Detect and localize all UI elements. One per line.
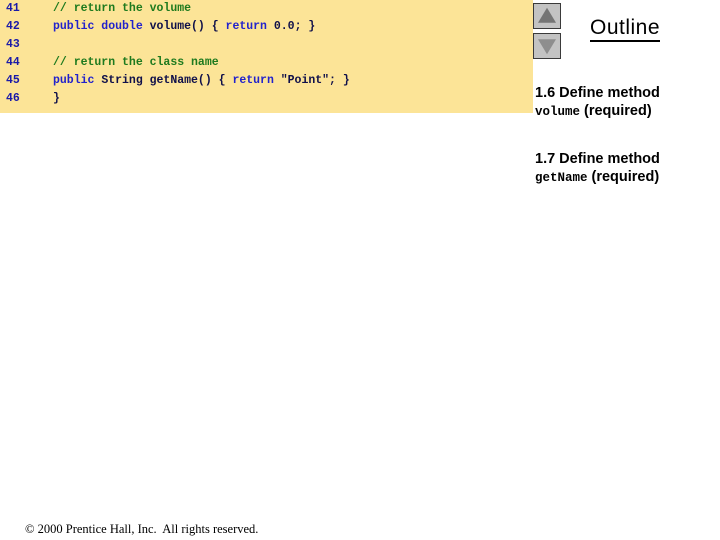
- outline-entry[interactable]: 1.6 Define method volume (required): [535, 85, 720, 121]
- code-line: 41 // return the volume: [0, 0, 533, 18]
- code-line: 46}: [0, 90, 533, 108]
- outline-entry[interactable]: 1.7 Define method getName (required): [535, 151, 720, 187]
- scroll-up-button[interactable]: [533, 3, 561, 29]
- outline-entry-method-name: getName: [535, 171, 588, 185]
- code-token-plain: volume() {: [149, 20, 226, 33]
- code-line-text: public String getName() { return "Point"…: [53, 72, 350, 90]
- code-token-plain: "Point"; }: [280, 74, 350, 87]
- code-line-text: // return the volume: [53, 0, 191, 18]
- code-line-number: 41: [6, 2, 20, 15]
- outline-entry-heading: 1.7 Define method: [535, 151, 660, 167]
- outline-entry-note: (required): [591, 169, 660, 185]
- code-token-comment: // return the volume: [53, 2, 192, 15]
- code-line: 43: [0, 36, 533, 54]
- code-line-number: 44: [6, 56, 20, 69]
- code-line-text: public double volume() { return 0.0; }: [53, 18, 315, 36]
- code-line: 42 public double volume() { return 0.0; }: [0, 18, 533, 36]
- code-line-text: }: [53, 90, 60, 108]
- code-line-text: // return the class name: [53, 54, 219, 72]
- code-token-plain: }: [53, 92, 60, 105]
- code-token-keyword: public: [53, 74, 102, 87]
- copyright-footer: © 2000 Prentice Hall, Inc. All rights re…: [25, 522, 259, 536]
- code-token-plain: String getName() {: [101, 74, 233, 87]
- code-listing-panel: 41 // return the volume 42 public double vo…: [0, 0, 533, 113]
- code-token-plain: 0.0; }: [273, 20, 316, 33]
- scroll-button-group: [533, 3, 563, 63]
- scroll-down-button[interactable]: [533, 33, 561, 59]
- code-line: 45 public String getName() { return "Poin…: [0, 72, 533, 90]
- code-line-number: 45: [6, 74, 20, 87]
- code-token-keyword: return: [225, 20, 274, 33]
- outline-list: 1.6 Define method volume (required) 1.7 Def…: [535, 85, 720, 217]
- code-line-number: 46: [6, 92, 20, 105]
- code-line-number: 42: [6, 20, 20, 33]
- code-line-number: 43: [6, 38, 20, 51]
- outline-entry-subline: volume (required): [535, 102, 720, 121]
- code-token-comment: // return the class name: [53, 56, 219, 69]
- code-line: 44 // return the class name: [0, 54, 533, 72]
- outline-entry-method-name: volume: [535, 105, 581, 119]
- outline-title: Outline: [590, 16, 661, 42]
- outline-entry-subline: getName (required): [535, 168, 720, 187]
- outline-entry-note: (required): [584, 103, 652, 119]
- outline-entry-heading: 1.6 Define method: [535, 85, 660, 101]
- triangle-up-icon: [538, 7, 556, 23]
- code-token-keyword: public double: [53, 20, 150, 33]
- code-token-keyword: return: [232, 74, 281, 87]
- triangle-down-icon: [538, 39, 556, 55]
